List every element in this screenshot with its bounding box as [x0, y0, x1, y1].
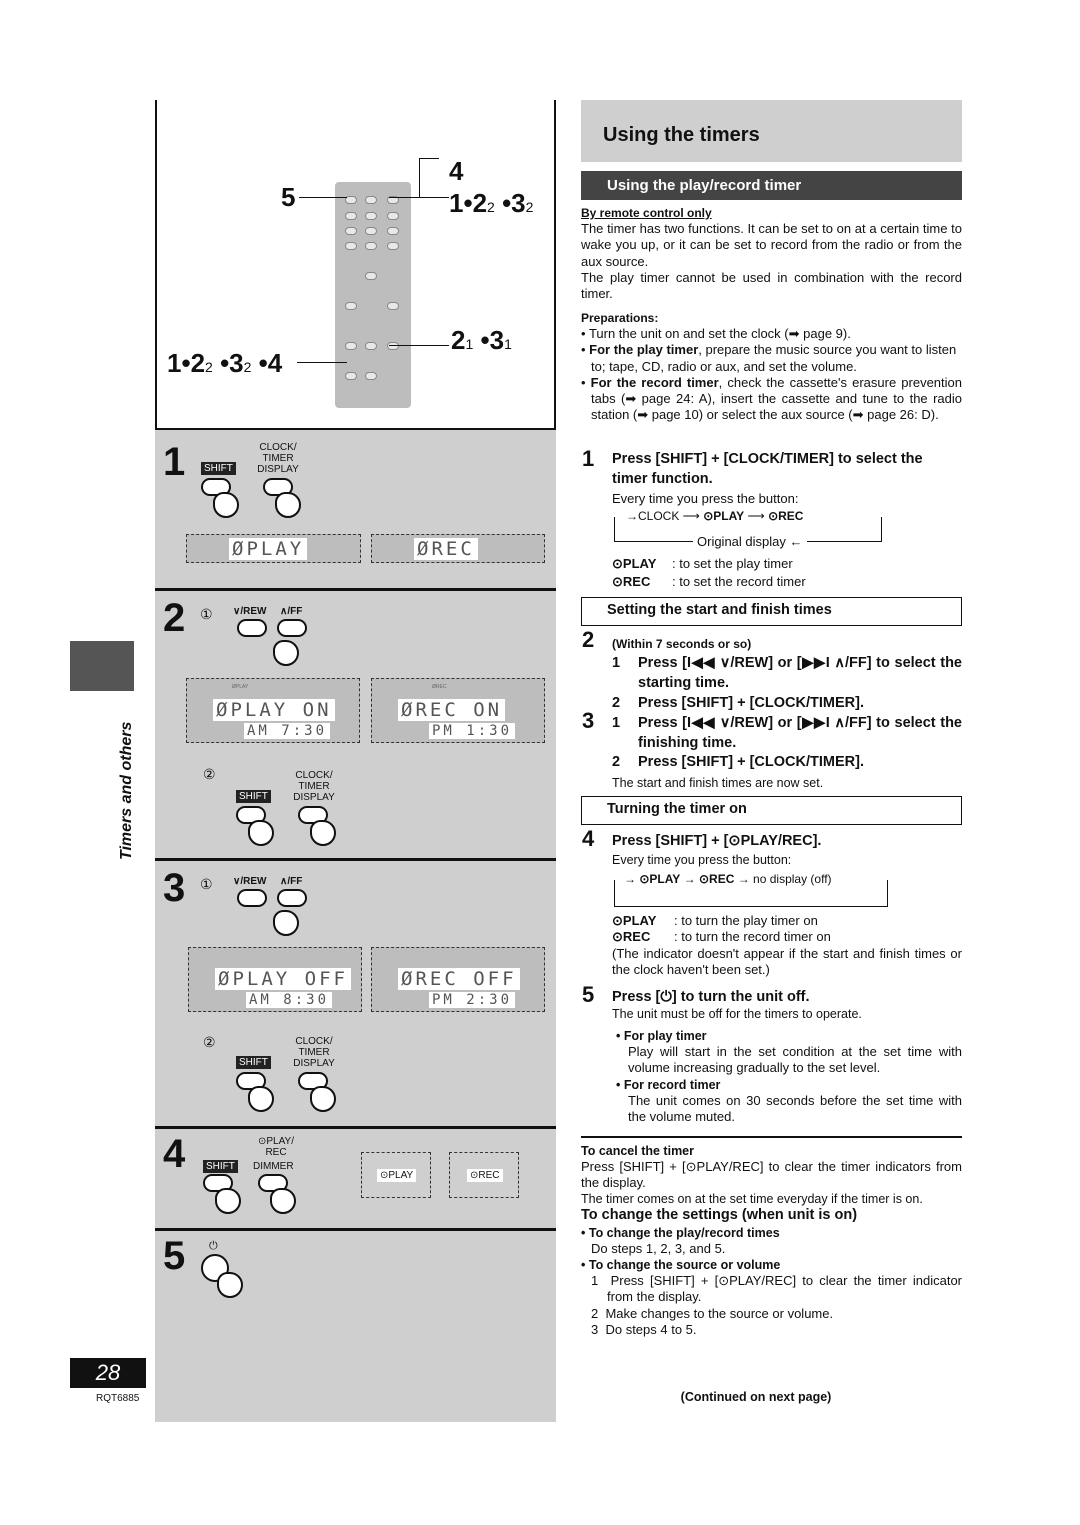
cycle-original: Original display ← — [693, 534, 807, 549]
step-1-heading: Press [SHIFT] + [CLOCK/TIMER] to select … — [612, 451, 923, 487]
hand-icon — [273, 910, 299, 936]
remote-control-image — [335, 182, 411, 408]
callout-5: 5 — [281, 182, 296, 212]
step-3-number: 3 — [163, 866, 186, 910]
substep-2: ② — [203, 766, 216, 782]
step-4-heading: Press [SHIFT] + [⊙PLAY/REC]. — [612, 833, 822, 849]
hand-icon — [310, 1086, 336, 1112]
doc-code: RQT6885 — [96, 1393, 140, 1404]
display-rec-off: ØREC OFF PM 2:30 — [371, 947, 545, 1012]
step-4-number: 4 — [163, 1132, 186, 1176]
shift-label: SHIFT — [236, 1056, 271, 1069]
display-rec-on: ØREC ØREC ON PM 1:30 — [371, 678, 545, 743]
hand-icon — [275, 492, 301, 518]
display-play: ØPLAY — [186, 534, 361, 563]
step-2-number: 2 — [582, 627, 595, 652]
step-3-number: 3 — [582, 708, 595, 733]
hand-icon — [217, 1272, 243, 1298]
remote-illustration-box: 5 4 1•22 •32 21 •31 1•22 •32 •4 — [155, 100, 556, 430]
everyday-note: The timer comes on at the set time every… — [581, 1192, 923, 1206]
callout-1-2-3-4: 1•22 •32 •4 — [167, 348, 283, 378]
divider — [155, 1126, 556, 1129]
step-5-number: 5 — [163, 1234, 186, 1278]
play-rec-label: ⊙PLAY/ REC — [258, 1136, 294, 1158]
rew-button — [237, 619, 267, 637]
callout-2-3: 21 •31 — [451, 325, 512, 355]
play-timer-desc: Play will start in the set condition at … — [628, 1044, 962, 1076]
clock-timer-label: CLOCK/ TIMER DISPLAY — [293, 1036, 335, 1069]
step-1-number: 1 — [163, 440, 186, 484]
cancel-desc: Press [SHIFT] + [⊙PLAY/REC] to clear the… — [581, 1159, 962, 1191]
step-5-heading: Press [⏻] to turn the unit off. — [612, 989, 810, 1005]
preparations-title: Preparations: — [581, 311, 659, 325]
step-2-number: 2 — [163, 596, 186, 640]
display-play-on: ØPLAY ØPLAY ON AM 7:30 — [186, 678, 360, 743]
display-rec: ØREC — [371, 534, 545, 563]
intro-text: The timer has two functions. It can be s… — [581, 221, 962, 269]
substep-1: ① — [200, 606, 213, 622]
shift-label: SHIFT — [203, 1160, 238, 1173]
hand-icon — [248, 820, 274, 846]
within-note: (Within 7 seconds or so) — [612, 637, 752, 651]
cancel-title: To cancel the timer — [581, 1144, 694, 1158]
cycle-sequence: →CLOCK ⟶ ⊙PLAY ⟶ ⊙REC — [622, 509, 808, 523]
indicator-note: (The indicator doesn't appear if the sta… — [612, 946, 962, 978]
preparations-list: • Turn the unit on and set the clock (➡ … — [581, 326, 962, 423]
step-1-number: 1 — [582, 446, 595, 471]
hand-icon — [270, 1188, 296, 1214]
step-1-every: Every time you press the button: — [612, 491, 799, 506]
divider — [155, 858, 556, 861]
callout-4: 4 — [449, 156, 464, 186]
rew-button — [237, 889, 267, 907]
ff-button — [277, 619, 307, 637]
page-number: 28 — [70, 1358, 146, 1388]
callout-1-2-3: 1•22 •32 — [449, 188, 534, 218]
divider — [155, 1228, 556, 1231]
step-4-every: Every time you press the button: — [612, 853, 792, 867]
hand-icon — [213, 492, 239, 518]
step-4-number: 4 — [582, 826, 595, 851]
rew-label: ∨/REW — [233, 876, 267, 887]
hand-icon — [215, 1188, 241, 1214]
times-set-note: The start and finish times are now set. — [612, 776, 824, 790]
record-timer-desc: The unit comes on 30 seconds before the … — [628, 1093, 962, 1125]
continued-note: (Continued on next page) — [680, 1390, 832, 1404]
change-settings-title: To change the settings (when unit is on) — [581, 1207, 858, 1223]
display-play-off: ØPLAY OFF AM 8:30 — [188, 947, 362, 1012]
substep-2: ② — [203, 1034, 216, 1050]
remote-only-note: By remote control only — [581, 206, 712, 220]
section-label: Timers and others — [118, 721, 135, 860]
ff-label: ∧/FF — [280, 606, 303, 617]
hand-icon — [310, 820, 336, 846]
step-5-desc: The unit must be off for the timers to o… — [612, 1007, 862, 1021]
dimmer-label: DIMMER — [253, 1161, 294, 1172]
ff-label: ∧/FF — [280, 876, 303, 887]
indicator-play: ⊙PLAY — [361, 1152, 431, 1198]
page-title: Using the timers — [581, 100, 962, 162]
timer-on-heading: Turning the timer on — [581, 796, 962, 825]
intro-text-2: The play timer cannot be used in combina… — [581, 270, 962, 302]
start-finish-heading: Setting the start and finish times — [581, 597, 962, 626]
hand-icon — [248, 1086, 274, 1112]
section-title: Using the play/record timer — [581, 171, 962, 200]
divider — [581, 1136, 962, 1138]
shift-label: SHIFT — [236, 790, 271, 803]
substep-1: ① — [200, 876, 213, 892]
cycle-sequence-2: → ⊙PLAY → ⊙REC → no display (off) — [620, 872, 836, 886]
ff-button — [277, 889, 307, 907]
rew-label: ∨/REW — [233, 606, 267, 617]
indicator-rec: ⊙REC — [449, 1152, 519, 1198]
step-5-number: 5 — [582, 982, 595, 1007]
change-times-desc: Do steps 1, 2, 3, and 5. — [591, 1241, 726, 1256]
divider — [155, 588, 556, 591]
illustration-panel: 5 4 1•22 •32 21 •31 1•22 •32 •4 1 SHIFT … — [155, 100, 556, 1422]
clock-timer-label: CLOCK/ TIMER DISPLAY — [293, 770, 335, 803]
section-tab — [70, 641, 134, 691]
clock-timer-label: CLOCK/ TIMER DISPLAY — [257, 442, 299, 475]
hand-icon — [273, 640, 299, 666]
change-source-list: 1 Press [SHIFT] + [⊙PLAY/REC] to clear t… — [591, 1273, 962, 1337]
shift-label: SHIFT — [201, 462, 236, 475]
power-icon: ⏻ — [209, 1240, 218, 1252]
